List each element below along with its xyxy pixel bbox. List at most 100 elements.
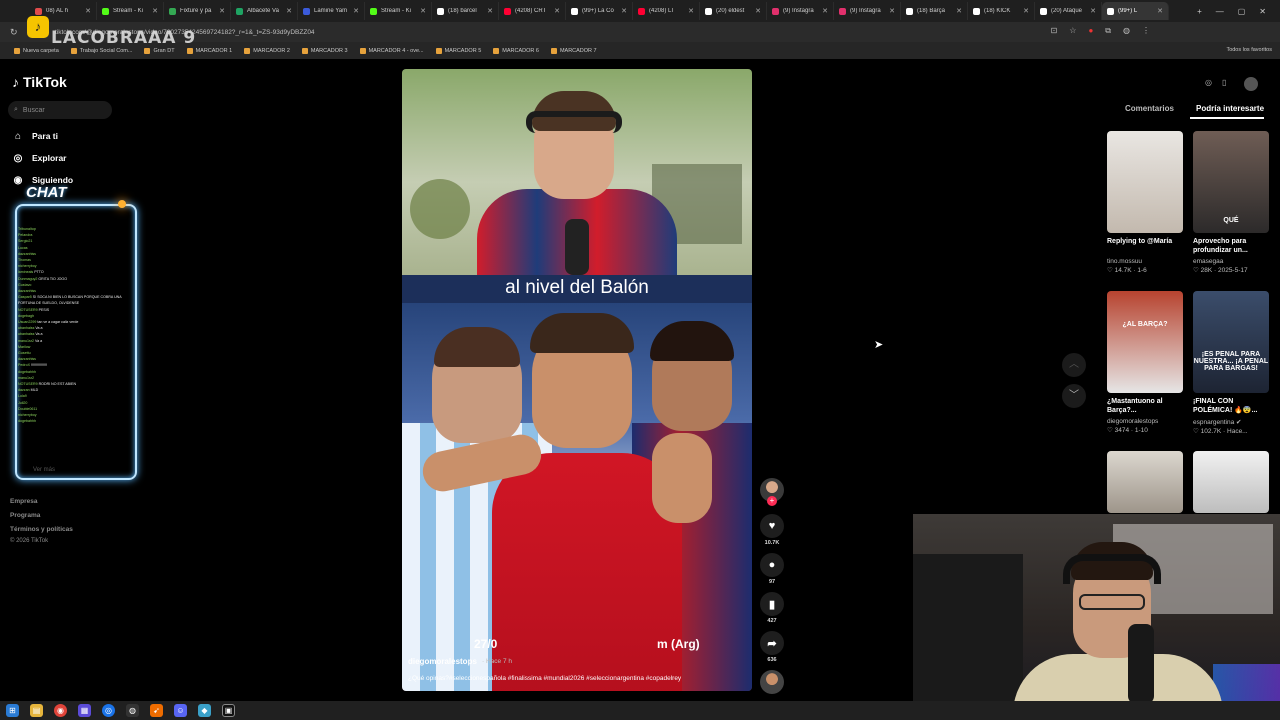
browser-tab[interactable]: (99+) La Co ✕	[566, 2, 633, 20]
nav-para-ti[interactable]: ⌂ Para ti	[12, 130, 58, 142]
app-blue-icon[interactable]: ◆	[198, 704, 211, 717]
browser-tab[interactable]: Lamine Yam ✕	[298, 2, 365, 20]
bookmark-item[interactable]: MARCADOR 1	[181, 47, 239, 54]
bookmark-star-icon[interactable]: ☆	[1069, 26, 1076, 36]
search-input[interactable]: ⌕ Buscar	[8, 101, 112, 119]
music-disc-avatar[interactable]	[760, 670, 784, 694]
puzzle-icon[interactable]: ⧉	[1105, 26, 1111, 36]
tab-comments[interactable]: Comentarios	[1125, 104, 1174, 113]
thumbnail-overlay-text: ¿AL BARÇA?	[1122, 321, 1168, 328]
compass-small-icon[interactable]: ◎	[1205, 78, 1212, 87]
app-grid-icon[interactable]: ▦	[78, 704, 91, 717]
discord-icon[interactable]: ☺	[174, 704, 187, 717]
tab-close-icon[interactable]: ✕	[822, 7, 828, 15]
browser-tab[interactable]: (99+) L ✕	[1102, 2, 1169, 20]
browser-tab[interactable]: (18) KICK ✕	[968, 2, 1035, 20]
share-button[interactable]: ➦ 636	[760, 631, 784, 663]
minimize-icon[interactable]: —	[1216, 7, 1224, 16]
browser-tab[interactable]: (9) Instagra ✕	[834, 2, 901, 20]
recommended-video-card[interactable]: ¿AL BARÇA? ¿Mastantuono al Barça?... diego…	[1107, 291, 1183, 434]
recommended-video-card[interactable]: Replying to @María tino.mossuu ♡ 14.7K · 1…	[1107, 131, 1183, 274]
video-description[interactable]: ¿Qué opinas?#seleccionespañola #finaliss…	[408, 675, 748, 682]
tiktok-logo[interactable]: ♪ TikTok	[12, 74, 67, 90]
bookmark-item[interactable]: Gran DT	[138, 47, 180, 54]
browser-tab[interactable]: (4208) LT ✕	[633, 2, 700, 20]
browser-tab[interactable]: Stream - Ki ✕	[97, 2, 164, 20]
footer-programa[interactable]: Programa	[10, 512, 40, 519]
tab-close-icon[interactable]: ✕	[420, 7, 426, 15]
browser-tab[interactable]: (9) Instagra ✕	[767, 2, 834, 20]
save-button[interactable]: ▮ 427	[760, 592, 784, 624]
tab-close-icon[interactable]: ✕	[1090, 7, 1096, 15]
obs-icon[interactable]: ◍	[126, 704, 139, 717]
plant-shape	[410, 179, 470, 239]
like-button[interactable]: ♥ 10.7K	[760, 514, 784, 546]
tab-close-icon[interactable]: ✕	[755, 7, 761, 15]
recommended-video-card[interactable]: ¡ES PENAL PARA NUESTRA... ¡A PENAL PARA …	[1193, 291, 1269, 435]
recommended-video-card[interactable]: QUÉ Aprovecho para profundizar un... emase…	[1193, 131, 1269, 274]
footer-terms[interactable]: Términos y políticas	[10, 526, 73, 533]
tab-close-icon[interactable]: ✕	[889, 7, 895, 15]
browser-tab[interactable]: Fixture y pa ✕	[164, 2, 231, 20]
windows-start-icon[interactable]: ⊞	[6, 704, 19, 717]
mouse-cursor-icon: ➤	[874, 339, 884, 351]
device-icon[interactable]: ▯	[1222, 78, 1226, 87]
browser-tab[interactable]: Albacete Va ✕	[231, 2, 298, 20]
browser-tab[interactable]: Stream - Ki ✕	[365, 2, 432, 20]
user-avatar[interactable]	[1244, 77, 1258, 91]
recommended-video-card[interactable]	[1193, 451, 1269, 513]
app-dark-icon[interactable]: ▣	[222, 704, 235, 717]
previous-video-chevron-up-icon[interactable]: ︿	[1062, 353, 1086, 377]
tab-close-icon[interactable]: ✕	[85, 7, 91, 15]
browser-tab[interactable]: (18) Barça ✕	[901, 2, 968, 20]
bookmark-item[interactable]: Trabajo Social Com...	[65, 47, 139, 54]
bookmark-item[interactable]: MARCADOR 2	[238, 47, 296, 54]
browser-tab[interactable]: (20) Ataque ✕	[1035, 2, 1102, 20]
maximize-icon[interactable]: ▢	[1238, 7, 1246, 16]
next-video-chevron-down-icon[interactable]: ﹀	[1062, 384, 1086, 408]
nav-explorar[interactable]: ◎ Explorar	[12, 152, 67, 164]
comment-button[interactable]: ● 97	[760, 553, 784, 585]
tab-close-icon[interactable]: ✕	[621, 7, 627, 15]
bookmark-item[interactable]: MARCADOR 3	[296, 47, 354, 54]
tab-close-icon[interactable]: ✕	[219, 7, 225, 15]
profile-icon[interactable]: ◍	[1123, 26, 1130, 36]
file-explorer-icon[interactable]: ▤	[30, 704, 43, 717]
app-orange-icon[interactable]: ➹	[150, 704, 163, 717]
video-author[interactable]: diegomoralestops	[408, 657, 477, 666]
tab-close-icon[interactable]: ✕	[353, 7, 359, 15]
microphone-shape	[565, 219, 589, 275]
chrome-icon[interactable]: ◉	[54, 704, 67, 717]
recommended-video-card[interactable]	[1107, 451, 1183, 513]
bookmark-item[interactable]: Nueva carpeta	[8, 47, 65, 54]
footer-empresa[interactable]: Empresa	[10, 498, 37, 505]
reload-icon[interactable]: ↻	[10, 27, 18, 38]
tab-close-icon[interactable]: ✕	[286, 7, 292, 15]
install-icon[interactable]: ⊡	[1051, 26, 1058, 36]
video-player[interactable]: al nivel del Balón 27/0 m (Arg) diegomor…	[402, 69, 752, 691]
browser-icon[interactable]: ◎	[102, 704, 115, 717]
tab-close-icon[interactable]: ✕	[956, 7, 962, 15]
extension-icon[interactable]: ●	[1088, 26, 1093, 36]
bookmark-item[interactable]: MARCADOR 6	[487, 47, 545, 54]
browser-tab[interactable]: (18) barcel ✕	[432, 2, 499, 20]
menu-icon[interactable]: ⋮	[1142, 26, 1150, 36]
bookmark-item[interactable]: MARCADOR 5	[430, 47, 488, 54]
follow-plus-icon[interactable]: +	[767, 496, 777, 506]
browser-tab[interactable]: (4208) CRT ✕	[499, 2, 566, 20]
all-bookmarks[interactable]: Todos los favoritos	[1226, 42, 1272, 59]
browser-tab[interactable]: (20) eldest ✕	[700, 2, 767, 20]
tab-close-icon[interactable]: ✕	[554, 7, 560, 15]
tab-close-icon[interactable]: ✕	[487, 7, 493, 15]
see-more-link[interactable]: Ver más	[33, 467, 55, 473]
bookmark-item[interactable]: MARCADOR 4 - ove...	[354, 47, 430, 54]
bookmark-item[interactable]: MARCADOR 7	[545, 47, 603, 54]
tab-close-icon[interactable]: ✕	[1157, 7, 1163, 15]
tab-close-icon[interactable]: ✕	[152, 7, 158, 15]
tab-close-icon[interactable]: ✕	[1023, 7, 1029, 15]
tab-close-icon[interactable]: ✕	[688, 7, 694, 15]
new-tab-button[interactable]: +	[1197, 7, 1202, 16]
url-field[interactable]: tiktok.com/@diegomoralestops/video/76027…	[55, 26, 1055, 40]
tab-might-interest[interactable]: Podría interesarte	[1196, 104, 1264, 113]
close-window-icon[interactable]: ✕	[1259, 7, 1266, 16]
